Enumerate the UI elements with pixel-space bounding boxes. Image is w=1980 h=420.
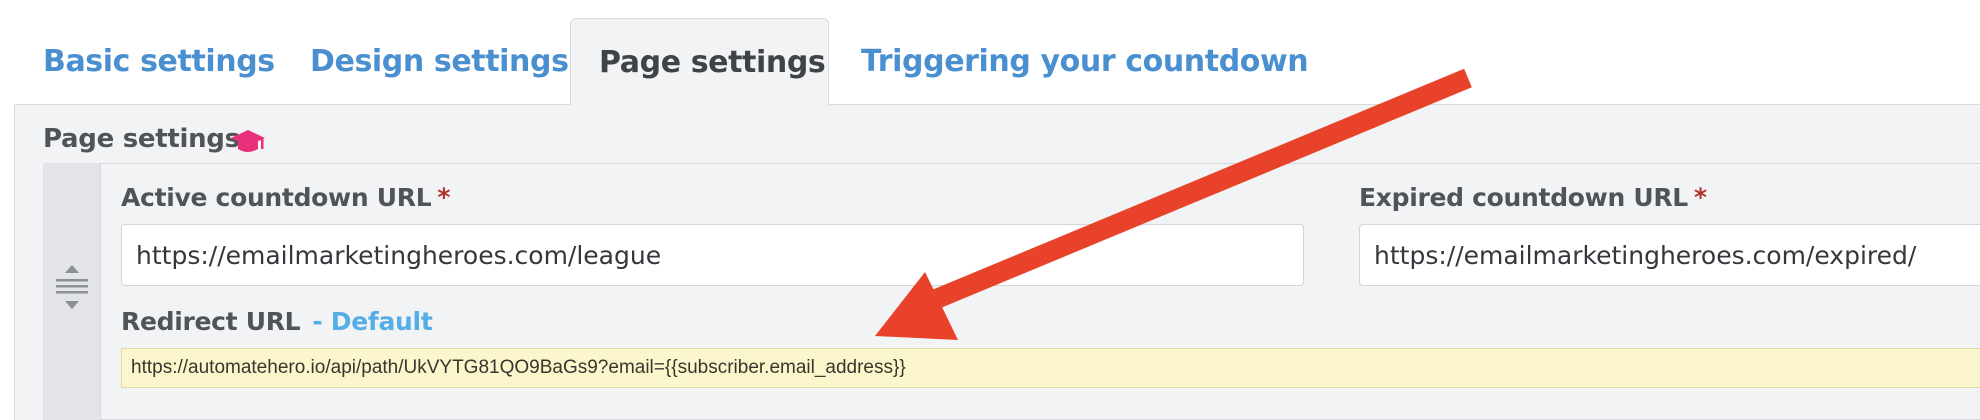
tab-design-settings[interactable]: Design settings <box>310 18 569 105</box>
required-mark: * <box>1693 183 1707 212</box>
section-title: Page settings <box>43 124 240 154</box>
graduation-cap-icon[interactable] <box>230 126 266 156</box>
required-mark: * <box>437 183 451 212</box>
redirect-url-input[interactable]: https://automatehero.io/api/path/UkVYTG8… <box>121 348 1980 388</box>
tab-bar: Basic settings Design settings Page sett… <box>0 0 1980 106</box>
active-url-label: Active countdown URL * <box>121 183 451 212</box>
expired-url-input[interactable]: https://emailmarketingheroes.com/expired… <box>1359 224 1980 286</box>
redirect-url-label: Redirect URL - Default <box>121 307 433 336</box>
expired-url-label: Expired countdown URL * <box>1359 183 1707 212</box>
active-url-input[interactable]: https://emailmarketingheroes.com/league <box>121 224 1304 286</box>
default-tag: - Default <box>312 307 433 336</box>
active-url-value: https://emailmarketingheroes.com/league <box>136 240 662 270</box>
redirect-url-value: https://automatehero.io/api/path/UkVYTG8… <box>131 357 906 378</box>
drag-handle-icon[interactable] <box>50 263 94 311</box>
tab-page-settings[interactable]: Page settings <box>570 18 829 106</box>
tab-basic-settings[interactable]: Basic settings <box>43 18 275 105</box>
tab-triggering-countdown[interactable]: Triggering your countdown <box>861 18 1309 105</box>
expired-url-value: https://emailmarketingheroes.com/expired… <box>1374 240 1917 270</box>
